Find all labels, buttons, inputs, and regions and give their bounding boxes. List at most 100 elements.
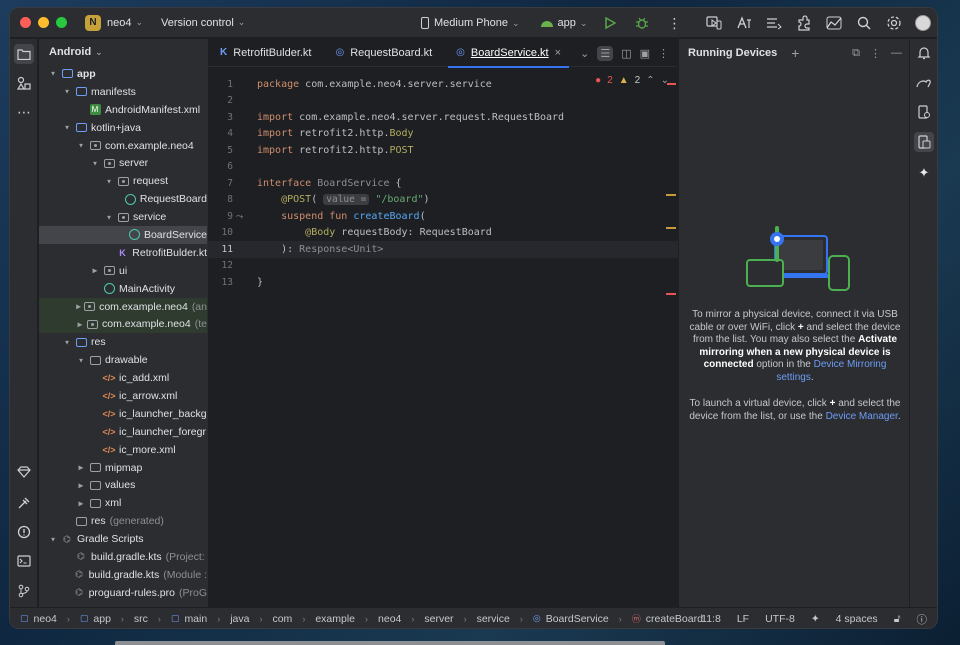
tree-item[interactable]: ▼ com.example.neo4 [39, 137, 207, 155]
tree-item[interactable]: </> ic_more.xml [39, 441, 207, 459]
code-line[interactable]: 13} [208, 274, 678, 291]
chevron-right-icon[interactable]: ▶ [76, 321, 84, 328]
close-window-button[interactable] [20, 17, 31, 28]
build-icon[interactable] [15, 494, 33, 512]
chevron-right-icon[interactable]: ▶ [76, 500, 86, 507]
close-tab-icon[interactable]: × [555, 47, 561, 59]
resource-manager-icon[interactable] [15, 74, 33, 92]
tree-item[interactable]: RequestBoard [39, 190, 207, 208]
tab-retrofitbulder[interactable]: K RetrofitBulder.kt [208, 39, 324, 67]
lock-icon[interactable]: 🔓︎ [894, 613, 901, 626]
tree-item[interactable]: </> ic_launcher_foregr [39, 423, 207, 441]
code-line[interactable]: 9 ⤳ suspend fun createBoard( [208, 208, 678, 225]
breadcrumb-item[interactable]: java [230, 613, 249, 625]
open-external-icon[interactable]: ⧉ [852, 47, 860, 60]
device-manager-link[interactable]: Device Manager [826, 411, 898, 422]
chevron-down-icon[interactable]: ▼ [62, 124, 72, 131]
code-area[interactable]: 1 package com.example.neo4.server.service… [208, 76, 678, 291]
code-line[interactable]: 2 [208, 93, 678, 110]
tree-item[interactable]: BoardService [39, 226, 207, 244]
breadcrumb-item[interactable]: src [134, 613, 148, 625]
code-line[interactable]: 7 interface BoardService { [208, 175, 678, 192]
line-number[interactable]: 10 [208, 227, 235, 238]
code-line[interactable]: 8 @POST( value = "/board") [208, 192, 678, 209]
breadcrumb-item[interactable]: com [272, 613, 292, 625]
line-separator[interactable]: LF [737, 613, 749, 625]
chevron-right-icon[interactable]: ▶ [76, 464, 86, 471]
tree-item[interactable]: ▼ request [39, 172, 207, 190]
zoom-window-button[interactable] [56, 17, 67, 28]
indent-setting[interactable]: 4 spaces [836, 613, 878, 625]
run-icon[interactable] [601, 14, 619, 32]
code-line[interactable]: 11 ): Response<Unit> [208, 241, 678, 258]
gutter[interactable]: ⤳ [235, 211, 257, 222]
project-selector[interactable]: neo4 ⌄ [107, 17, 143, 29]
breadcrumb-item[interactable]: createBoard [646, 613, 703, 625]
tree-item[interactable]: res (generated) [39, 512, 207, 530]
chevron-right-icon[interactable]: ▶ [76, 482, 86, 489]
tree-item[interactable]: ▶ xml [39, 494, 207, 512]
file-encoding[interactable]: UTF-8 [765, 613, 795, 625]
chevron-down-icon[interactable]: ▼ [76, 357, 86, 364]
line-number[interactable]: 11 [208, 244, 235, 255]
gemini-icon[interactable]: ✦ [915, 164, 933, 182]
more-actions-icon[interactable]: ⋮ [870, 47, 881, 60]
more-actions-icon[interactable]: ⋮ [658, 47, 669, 60]
tree-item[interactable]: ▼ server [39, 154, 207, 172]
breadcrumb-item[interactable]: neo4 [378, 613, 401, 625]
device-selector[interactable]: Medium Phone ⌄ [420, 17, 520, 29]
logcat-icon[interactable] [765, 14, 783, 32]
line-number[interactable]: 6 [208, 161, 235, 172]
breadcrumb-item[interactable]: example [315, 613, 355, 625]
tree-item[interactable]: </> ic_arrow.xml [39, 387, 207, 405]
code-line[interactable]: 5 import retrofit2.http.POST [208, 142, 678, 159]
terminal-icon[interactable] [15, 552, 33, 570]
breadcrumb-item[interactable]: neo4 [34, 613, 57, 625]
line-number[interactable]: 4 [208, 128, 235, 139]
gem-icon[interactable] [15, 463, 33, 481]
breadcrumb-item[interactable]: server [424, 613, 453, 625]
breadcrumb-item[interactable]: app [93, 613, 111, 625]
chevron-down-icon[interactable]: ▼ [104, 178, 114, 185]
debug-icon[interactable] [633, 14, 651, 32]
tree-item[interactable]: ▶ mipmap [39, 459, 207, 477]
info-icon[interactable]: ⓘ [917, 612, 928, 627]
code-line[interactable]: 1 package com.example.neo4.server.service [208, 76, 678, 93]
line-number[interactable]: 7 [208, 178, 235, 189]
breadcrumb-item[interactable]: main [184, 613, 207, 625]
line-number[interactable]: 9 [208, 211, 235, 222]
ai-icon[interactable]: ✦ [811, 613, 820, 625]
device-manager-icon[interactable] [705, 14, 723, 32]
tree-item[interactable]: ⌬ build.gradle.kts (Project: [39, 548, 207, 566]
line-number[interactable]: 13 [208, 277, 235, 288]
device-explorer-icon[interactable] [915, 103, 933, 121]
tree-item[interactable]: M AndroidManifest.xml [39, 101, 207, 119]
vcs-menu[interactable]: Version control ⌄ [161, 17, 245, 29]
tree-item[interactable]: ▶ com.example.neo4 (te [39, 315, 207, 334]
problems-icon[interactable] [15, 523, 33, 541]
tab-boardservice[interactable]: ◎ BoardService.kt × [444, 39, 573, 68]
code-line[interactable]: 6 [208, 159, 678, 176]
chevron-down-icon[interactable]: ▼ [90, 160, 100, 167]
folder-icon[interactable] [14, 44, 34, 64]
chevron-right-icon[interactable]: ▶ [90, 267, 100, 274]
code-line[interactable]: 3 import com.example.neo4.server.request.… [208, 109, 678, 126]
tree-item[interactable]: ▼ kotlin+java [39, 119, 207, 137]
tree-item[interactable]: ▼ app [39, 65, 207, 83]
gradle-icon[interactable] [915, 74, 933, 92]
line-number[interactable]: 2 [208, 95, 235, 106]
app-inspection-icon[interactable] [825, 14, 843, 32]
warning-marker[interactable] [666, 194, 676, 196]
warning-marker[interactable] [666, 227, 676, 229]
gear-icon[interactable] [885, 14, 903, 32]
split-view-icon[interactable]: ◫ [621, 47, 631, 60]
breadcrumb-item[interactable]: service [477, 613, 510, 625]
tree-item[interactable]: ▼ res [39, 333, 207, 351]
tree-item[interactable]: ▼ drawable [39, 351, 207, 369]
code-line[interactable]: 12 [208, 258, 678, 275]
minimize-icon[interactable]: — [891, 47, 902, 59]
plugins-icon[interactable] [795, 14, 813, 32]
chevron-down-icon[interactable]: ▼ [62, 339, 72, 346]
caret-position[interactable]: 11:8 [701, 613, 721, 625]
line-number[interactable]: 1 [208, 79, 235, 90]
